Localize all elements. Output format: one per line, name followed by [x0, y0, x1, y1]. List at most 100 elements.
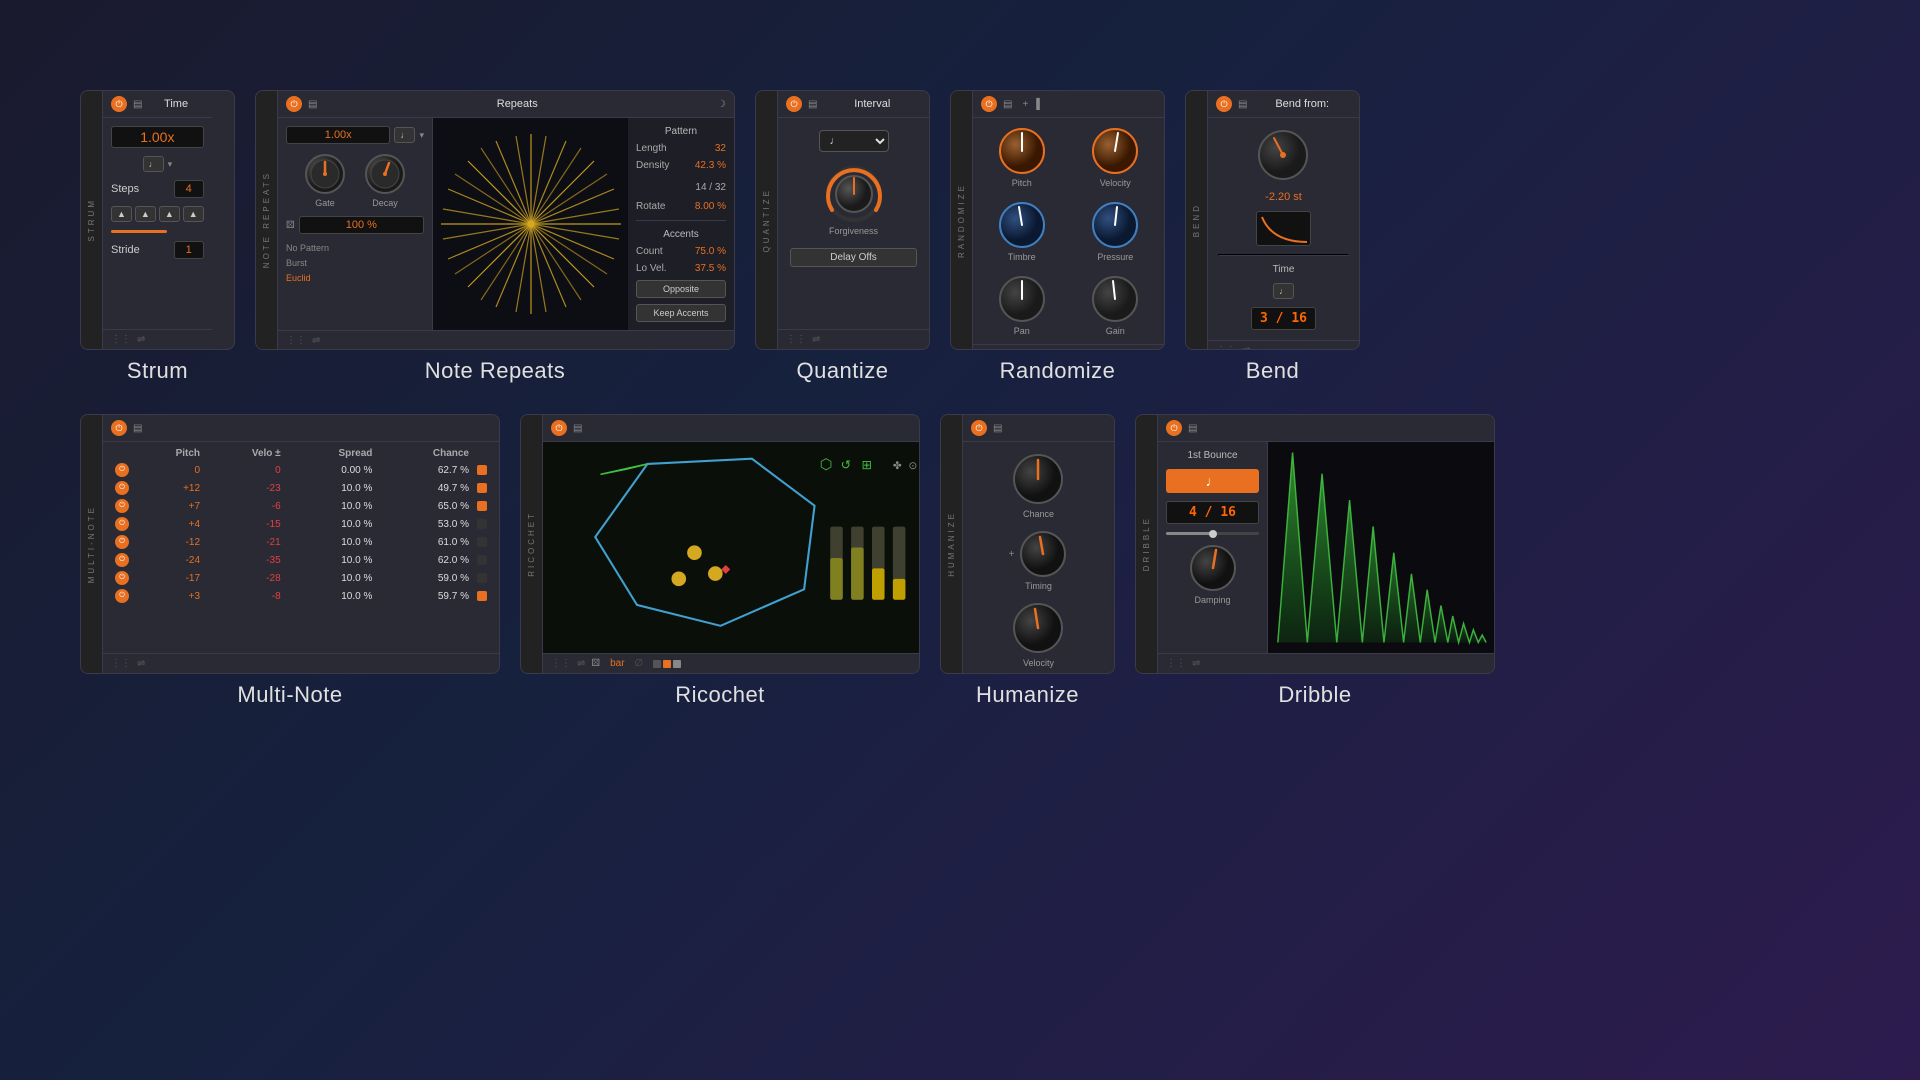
mn-pitch-2: +7	[133, 497, 204, 515]
gate-knob-wrap: Gate	[303, 152, 347, 208]
bend-note-btn[interactable]: ♩	[1273, 283, 1294, 299]
dribble-slider[interactable]	[1166, 532, 1259, 535]
bend-time-val[interactable]: 3 / 16	[1251, 307, 1316, 330]
nr-pattern-label: Pattern	[636, 126, 726, 137]
multi-note-panel: MULTI-NOTE ⏻ ▤ Pitc	[80, 414, 500, 674]
humanize-velocity-svg[interactable]	[1011, 601, 1066, 656]
delay-offs-btn[interactable]: Delay Offs	[790, 248, 917, 267]
bend-topbar: ⏻ ▤ Bend from:	[1208, 91, 1359, 118]
pattern-burst[interactable]: Burst	[286, 257, 424, 269]
mn-row-power-6[interactable]: ⏻	[115, 571, 129, 585]
nr-opposite-btn[interactable]: Opposite	[636, 280, 726, 298]
forgiveness-knob-svg[interactable]	[824, 164, 884, 224]
mn-velo-3: -15	[204, 515, 285, 533]
randomize-wrapper: RANDOMIZE ⏻ ▤ + ▌	[950, 90, 1165, 384]
multi-note-table: Pitch Velo ± Spread Chance ⏻000.00 %62.7…	[111, 446, 491, 605]
bend-knob-svg[interactable]	[1256, 128, 1311, 183]
pattern-no[interactable]: No Pattern	[286, 242, 424, 254]
dribble-damping-svg[interactable]	[1188, 543, 1238, 593]
mn-color-2	[477, 501, 487, 511]
strum-arrow-up3[interactable]: ▲	[159, 206, 180, 222]
mn-color-1	[477, 483, 487, 493]
ricochet-topbar: ⏻ ▤	[543, 415, 919, 442]
main-container: STRUM ⏻ ▤ Time 1.00x ♩	[80, 90, 1840, 990]
humanize-topbar: ⏻ ▤	[963, 415, 1114, 442]
dribble-power[interactable]: ⏻	[1166, 420, 1182, 436]
dribble-note-icon: ♩	[1206, 473, 1220, 489]
mn-color-6	[477, 573, 487, 583]
strum-arrow-up2[interactable]: ▲	[135, 206, 156, 222]
ricochet-svg: ⬡ ↺ ⊞ ✤ ⊙ ♦	[543, 442, 919, 653]
strum-stride-val[interactable]: 1	[174, 241, 204, 259]
mn-row-power-2[interactable]: ⏻	[115, 499, 129, 513]
strum-power[interactable]: ⏻	[111, 96, 127, 112]
mn-chance-0: 62.7 %	[376, 461, 473, 479]
quantize-power[interactable]: ⏻	[786, 96, 802, 112]
nr-side-label: NOTE REPEATS	[260, 167, 273, 272]
randomize-plus-icon: +	[1022, 99, 1028, 110]
mn-pitch-4: -12	[133, 533, 204, 551]
quantize-label: Quantize	[796, 358, 888, 384]
mn-col-chance: Chance	[376, 446, 473, 461]
bend-val: -2.20 st	[1265, 191, 1302, 203]
strum-arrow-up1[interactable]: ▲	[111, 206, 132, 222]
nr-keep-accents-btn[interactable]: Keep Accents	[636, 304, 726, 322]
mn-power[interactable]: ⏻	[111, 420, 127, 436]
randomize-panel: RANDOMIZE ⏻ ▤ + ▌	[950, 90, 1165, 350]
quantize-grid-icon: ⋮⋮	[786, 334, 806, 345]
timbre-knob-svg[interactable]	[997, 200, 1047, 250]
mn-row-power-4[interactable]: ⏻	[115, 535, 129, 549]
strum-arrow-up4[interactable]: ▲	[183, 206, 204, 222]
nr-file-icon: ▤	[308, 99, 317, 110]
nr-note-btn[interactable]: ♩	[394, 127, 415, 143]
pressure-knob-wrap: Pressure	[1090, 200, 1140, 262]
strum-grid-icon: ⋮⋮	[111, 334, 131, 345]
mn-chance-4: 61.0 %	[376, 533, 473, 551]
dribble-timing-val[interactable]: 4 / 16	[1166, 501, 1259, 524]
randomize-velocity-label: Velocity	[1100, 178, 1131, 188]
randomize-power[interactable]: ⏻	[981, 96, 997, 112]
humanize-power[interactable]: ⏻	[971, 420, 987, 436]
gain-knob-svg[interactable]	[1090, 274, 1140, 324]
mn-file-icon: ▤	[133, 423, 142, 434]
svg-text:✤: ✤	[893, 461, 902, 472]
velocity-knob-svg[interactable]	[1090, 126, 1140, 176]
mn-row-power-1[interactable]: ⏻	[115, 481, 129, 495]
dribble-file-icon: ▤	[1188, 423, 1197, 434]
randomize-file-icon: ▤	[1003, 99, 1012, 110]
quantize-interval-select[interactable]: ♩	[819, 130, 889, 152]
ricochet-power[interactable]: ⏻	[551, 420, 567, 436]
table-row: ⏻-24-3510.0 %62.0 %	[111, 551, 491, 569]
pressure-knob-svg[interactable]	[1090, 200, 1140, 250]
gate-knob-svg[interactable]	[303, 152, 347, 196]
nr-rate-val[interactable]: 1.00x	[286, 126, 390, 144]
nr-moon-icon: ☽	[717, 99, 726, 110]
humanize-timing-svg[interactable]	[1018, 529, 1068, 579]
dribble-chain-icon: ⇌	[1192, 658, 1200, 669]
nr-pct-val[interactable]: 100 %	[299, 216, 424, 234]
strum-note-btn[interactable]: ♩	[143, 156, 164, 172]
nr-chain-icon: ⇌	[312, 335, 320, 346]
mn-row-power-3[interactable]: ⏻	[115, 517, 129, 531]
dribble-topbar: ⏻ ▤	[1158, 415, 1494, 442]
pattern-euclid[interactable]: Euclid	[286, 272, 424, 284]
ricochet-colorbar	[653, 660, 681, 668]
mn-row-power-7[interactable]: ⏻	[115, 589, 129, 603]
bend-power[interactable]: ⏻	[1216, 96, 1232, 112]
ricochet-panel: RICOCHET ⏻ ▤	[520, 414, 920, 674]
humanize-chance-svg[interactable]	[1011, 452, 1066, 507]
bottom-row: MULTI-NOTE ⏻ ▤ Pitc	[80, 414, 1840, 708]
nr-power[interactable]: ⏻	[286, 96, 302, 112]
strum-time-val[interactable]: 1.00x	[111, 126, 204, 148]
pitch-knob-svg[interactable]	[997, 126, 1047, 176]
strum-side-label: STRUM	[85, 194, 98, 245]
mn-row-power-0[interactable]: ⏻	[115, 463, 129, 477]
forgiveness-label: Forgiveness	[829, 226, 878, 236]
dribble-note-btn[interactable]: ♩	[1166, 469, 1259, 493]
humanize-timing-knob: +	[1009, 529, 1069, 591]
pan-knob-svg[interactable]	[997, 274, 1047, 324]
mn-row-power-5[interactable]: ⏻	[115, 553, 129, 567]
strum-steps-val[interactable]: 4	[174, 180, 204, 198]
decay-knob-svg[interactable]	[363, 152, 407, 196]
dribble-controls: 1st Bounce ♩ 4 / 16	[1158, 442, 1268, 653]
